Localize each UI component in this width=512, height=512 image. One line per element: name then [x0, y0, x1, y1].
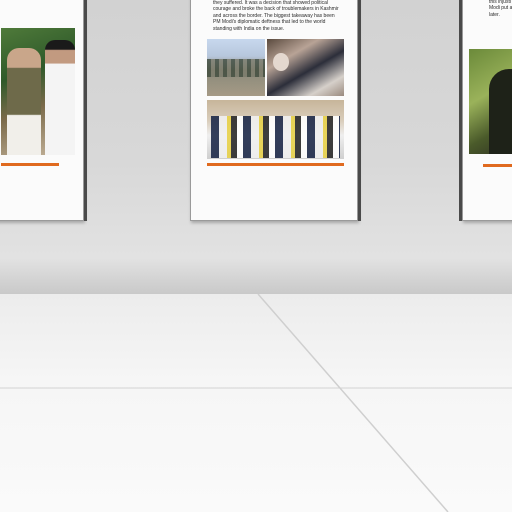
poster-left [0, 0, 84, 221]
photo-officials-ceremony [1, 28, 75, 155]
floor-tile-lines [0, 294, 512, 512]
poster-right-text: this injusti Modi put a later. [489, 0, 512, 18]
poster-center-text: they suffered. It was a decision that sh… [213, 0, 339, 32]
accent-bar [483, 164, 512, 167]
photo-soldiers-mountains [207, 39, 265, 96]
accent-bar [207, 163, 344, 166]
gallery-scene: they suffered. It was a decision that sh… [0, 0, 512, 512]
photo-figure [7, 48, 41, 155]
photo-group-row [211, 116, 340, 158]
photo-group-portrait [207, 100, 344, 159]
poster-center: they suffered. It was a decision that sh… [190, 0, 358, 221]
photo-crowd-meeting [267, 39, 344, 96]
photo-crowd [207, 59, 265, 77]
photo-outdoor-figure [469, 49, 512, 154]
photo-figure [45, 40, 75, 155]
poster-right: this injusti Modi put a later. [462, 0, 512, 221]
photo-figure [273, 53, 289, 71]
photo-figure [489, 69, 512, 154]
accent-bar [1, 163, 59, 166]
